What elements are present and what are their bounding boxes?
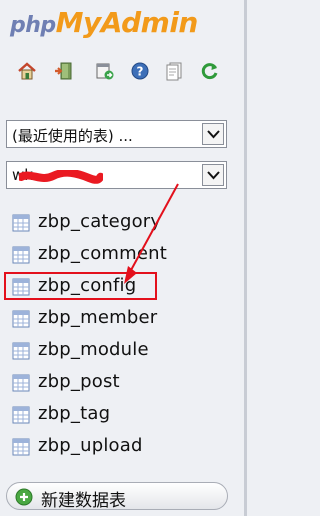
plus-icon: [15, 488, 33, 506]
annotation-arrow: [124, 183, 179, 284]
navigation-panel: phpMyAdmin ? (最近使用的表) ... wk zbp_categor…: [0, 0, 247, 516]
new-table-button[interactable]: 新建数据表: [6, 482, 228, 511]
new-table-label: 新建数据表: [41, 491, 126, 511]
